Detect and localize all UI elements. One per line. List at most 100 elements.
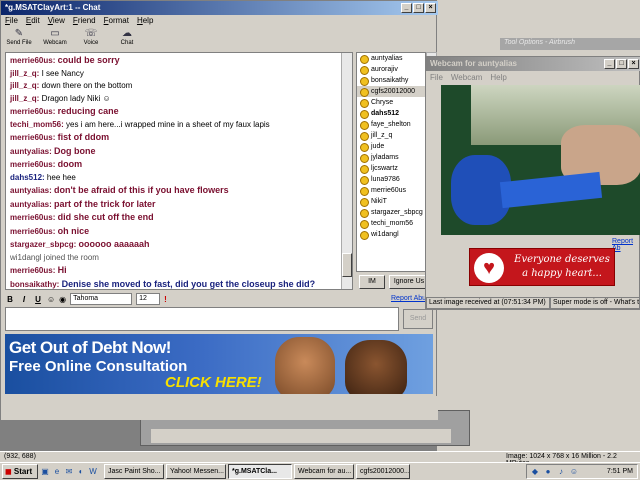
last-image-status: Last image received at (07:51:34 PM): [426, 297, 550, 309]
message-user[interactable]: merrie60us:: [10, 266, 55, 275]
toolbar-webcam-button[interactable]: ▭ Webcam: [39, 28, 71, 50]
user-list-item[interactable]: aurorajiv: [357, 64, 425, 75]
close-button[interactable]: ×: [425, 3, 436, 13]
webcam-icon: ▭: [50, 28, 60, 39]
message-scrollbar[interactable]: [341, 53, 352, 289]
message-user[interactable]: auntyalias:: [10, 186, 52, 195]
message-text: down there on the bottom: [41, 81, 133, 90]
buzz-icon[interactable]: !: [164, 295, 167, 304]
user-list-item[interactable]: jude: [357, 141, 425, 152]
message-user[interactable]: bonsaikathy:: [10, 280, 59, 289]
ie-icon[interactable]: e: [52, 467, 62, 477]
send-file-icon: ✎: [14, 28, 24, 39]
menu-format[interactable]: Format: [104, 16, 129, 25]
message-user[interactable]: merrie60us:: [10, 56, 55, 65]
media-icon[interactable]: ◐: [76, 467, 86, 477]
message-list[interactable]: merrie60us: could be sorry jill_z_q: I se…: [5, 52, 353, 290]
toolbar-send-file-button[interactable]: ✎ Send File: [3, 28, 35, 50]
toolbar-voice-button[interactable]: ☏ Voice: [75, 28, 107, 50]
start-button[interactable]: ◼ Start: [2, 464, 38, 479]
message-user[interactable]: stargazer_sbpcg:: [10, 240, 76, 249]
ad-line-2: Free Online Consultation: [9, 358, 188, 375]
message-user[interactable]: jill_z_q:: [10, 94, 39, 103]
user-list-item[interactable]: Chryse: [357, 97, 425, 108]
debt-ad-banner[interactable]: Get Out of Debt Now! Free Online Consult…: [5, 334, 433, 394]
minimize-button[interactable]: _: [401, 3, 412, 13]
volume-icon[interactable]: ♪: [556, 467, 566, 477]
menu-friend[interactable]: Friend: [73, 16, 96, 25]
user-list-item[interactable]: bonsaikathy: [357, 75, 425, 86]
toolbar-label: Send File: [6, 40, 32, 46]
underline-button[interactable]: U: [33, 295, 43, 304]
chat-titlebar[interactable]: *g.MSATClayArt:1 -- Chat _ □ ×: [1, 1, 438, 15]
menu-edit[interactable]: Edit: [26, 16, 40, 25]
message-user[interactable]: merrie60us:: [10, 107, 55, 116]
webcam-maximize-button[interactable]: □: [616, 59, 627, 69]
webcam-minimize-button[interactable]: _: [604, 59, 615, 69]
webcam-menu-file[interactable]: File: [430, 73, 443, 82]
menu-file[interactable]: File: [5, 16, 18, 25]
message-user[interactable]: dahs512:: [10, 173, 45, 182]
user-list-item[interactable]: merrie60us: [357, 185, 425, 196]
message-user[interactable]: techi_mom56:: [10, 120, 64, 129]
user-list-item[interactable]: luna9786: [357, 174, 425, 185]
message-text: part of the trick for later: [54, 198, 156, 209]
tray-icon[interactable]: ●: [543, 467, 553, 477]
taskbar-button[interactable]: cgfs20012000...: [356, 464, 410, 479]
webcam-menu-webcam[interactable]: Webcam: [451, 73, 482, 82]
menu-help[interactable]: Help: [137, 16, 153, 25]
taskbar-button[interactable]: Jasc Paint Sho...: [104, 464, 164, 479]
user-list-item[interactable]: cgfs20012000: [357, 86, 425, 97]
ad-line-1: Get Out of Debt Now!: [9, 338, 171, 357]
size-select[interactable]: 12: [136, 293, 161, 305]
desktop-icon[interactable]: ▣: [40, 467, 50, 477]
user-list-item[interactable]: dahs512: [357, 108, 425, 119]
webcam-menu-help[interactable]: Help: [490, 73, 506, 82]
message-user[interactable]: jill_z_q:: [10, 81, 39, 90]
messenger-tray-icon[interactable]: ☺: [569, 467, 579, 477]
heart-ad-banner[interactable]: ♥ Everyone deserves a happy heart...: [469, 248, 615, 286]
message-input[interactable]: [5, 307, 399, 331]
ignore-button[interactable]: Ignore Us: [389, 275, 429, 289]
user-list-item[interactable]: wi1dangl: [357, 229, 425, 240]
word-icon[interactable]: W: [88, 467, 98, 477]
taskbar-button[interactable]: *g.MSATCla...: [228, 464, 292, 479]
message-user[interactable]: auntyalias:: [10, 200, 52, 209]
user-list-item[interactable]: NikiT: [357, 196, 425, 207]
send-button[interactable]: Send: [403, 309, 433, 329]
user-list-item[interactable]: jyladams: [357, 152, 425, 163]
webcam-report-link[interactable]: Report Ab: [612, 238, 639, 252]
message-user[interactable]: merrie60us:: [10, 160, 55, 169]
italic-button[interactable]: I: [19, 295, 29, 304]
outlook-icon[interactable]: ✉: [64, 467, 74, 477]
message-user[interactable]: jill_z_q:: [10, 69, 39, 78]
user-list-item[interactable]: techi_mom56: [357, 218, 425, 229]
user-list[interactable]: auntyalias aurorajiv bonsaikathy cgfs200120…: [356, 52, 426, 272]
message-user[interactable]: merrie60us:: [10, 133, 55, 142]
user-list-item[interactable]: jill_z_q: [357, 130, 425, 141]
user-list-item[interactable]: auntyalias: [357, 53, 425, 64]
toolbar-label: Webcam: [43, 40, 67, 46]
color-icon[interactable]: ◉: [59, 295, 66, 304]
message-user[interactable]: merrie60us:: [10, 227, 55, 236]
bold-button[interactable]: B: [5, 295, 15, 304]
taskbar-button[interactable]: Webcam for au...: [294, 464, 354, 479]
taskbar-button[interactable]: Yahoo! Messen...: [166, 464, 226, 479]
message-text: I see Nancy: [41, 68, 84, 78]
message-user[interactable]: merrie60us:: [10, 213, 55, 222]
message-user[interactable]: auntyalias:: [10, 147, 52, 156]
user-list-item[interactable]: ljcswartz: [357, 163, 425, 174]
toolbar-chat-button[interactable]: ☁ Chat: [111, 28, 143, 50]
webcam-close-button[interactable]: ×: [628, 59, 639, 69]
chat-toolbar: ✎ Send File ▭ Webcam ☏ Voice ☁ Chat: [3, 28, 143, 50]
webcam-titlebar[interactable]: Webcam for auntyalias _ □ ×: [426, 57, 640, 71]
font-select[interactable]: Tahoma: [70, 293, 133, 305]
maximize-button[interactable]: □: [413, 3, 424, 13]
im-button[interactable]: IM: [359, 275, 385, 289]
scroll-thumb[interactable]: [342, 253, 352, 277]
user-list-item[interactable]: stargazer_sbpcg: [357, 207, 425, 218]
menu-view[interactable]: View: [48, 16, 65, 25]
tray-icon[interactable]: ◆: [530, 467, 540, 477]
user-list-item[interactable]: faye_shelton: [357, 119, 425, 130]
smiley-icon[interactable]: ☺: [47, 295, 55, 304]
